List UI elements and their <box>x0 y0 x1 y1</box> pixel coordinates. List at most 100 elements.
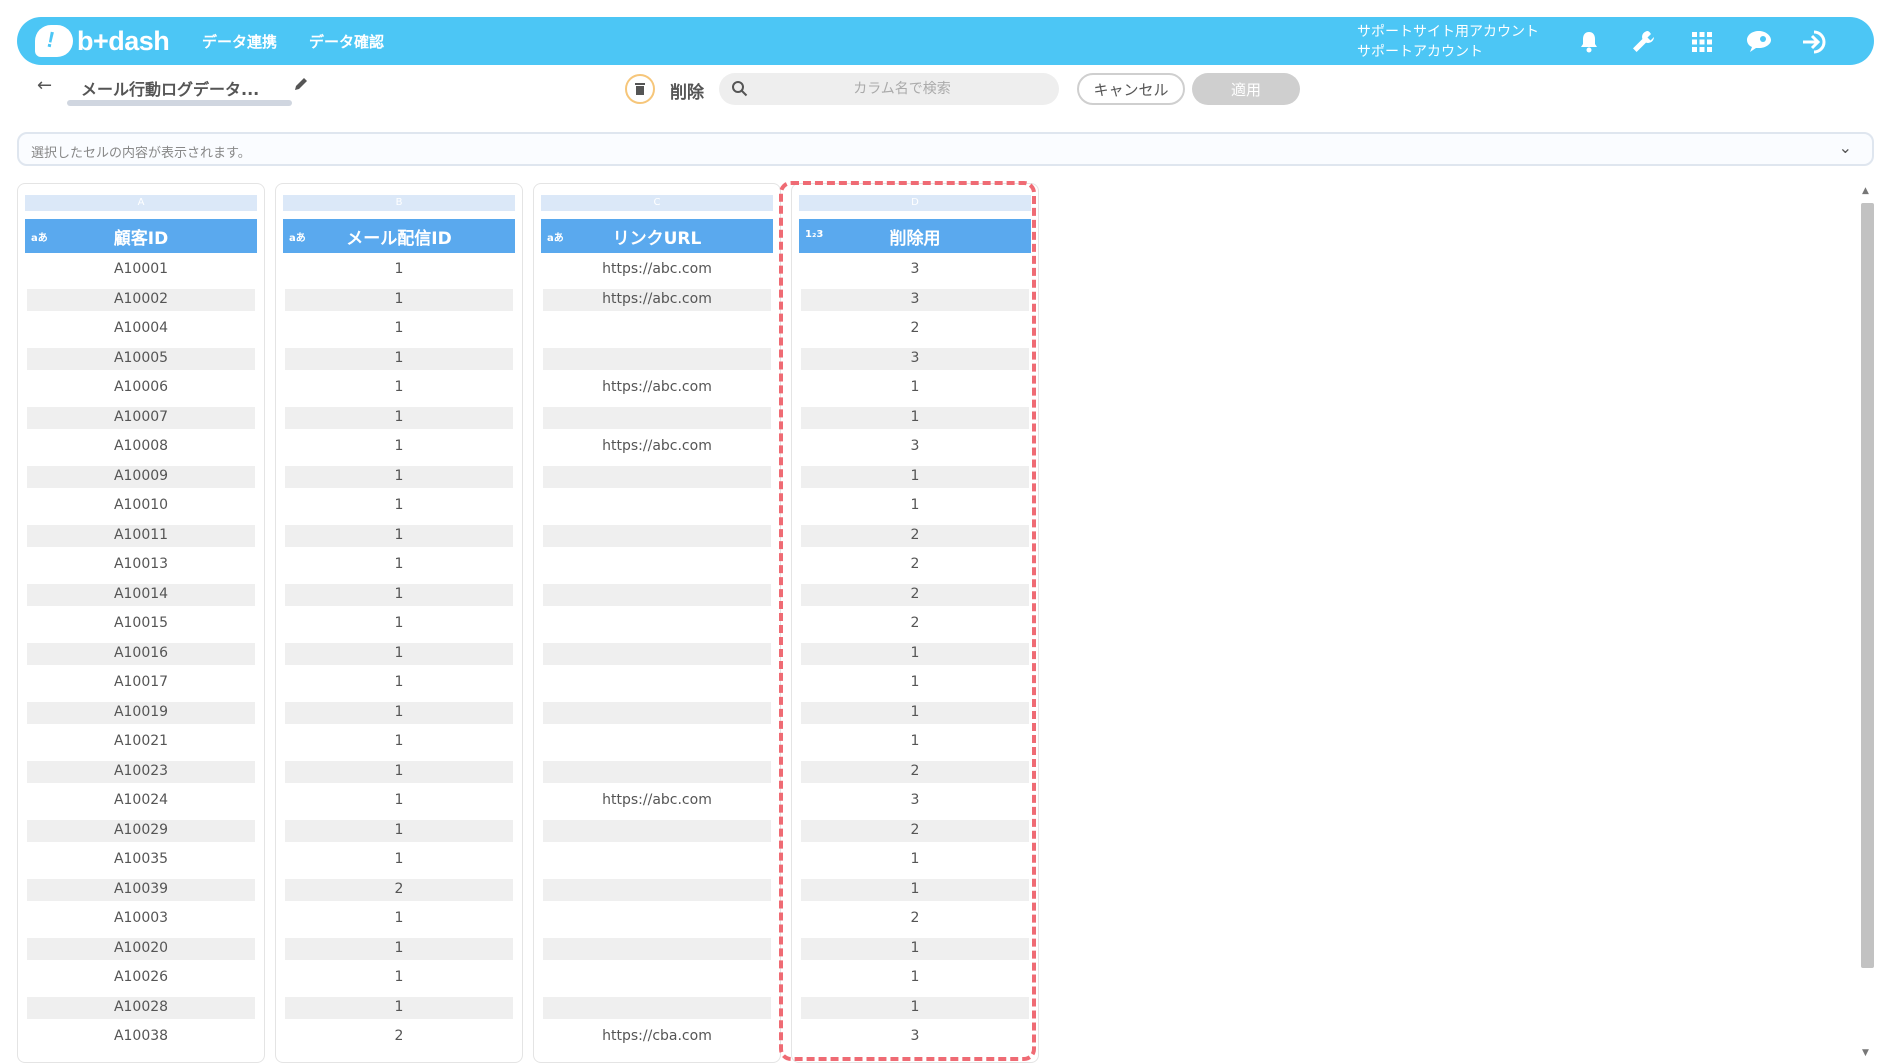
table-cell[interactable]: 1 <box>801 877 1029 907</box>
type-icon[interactable]: aあ <box>547 229 564 244</box>
column-search-input[interactable] <box>757 73 1047 105</box>
table-cell[interactable] <box>543 493 771 523</box>
scroll-down-arrow-icon[interactable]: ▼ <box>1862 1048 1869 1058</box>
table-cell[interactable]: A10017 <box>27 670 255 700</box>
nav-data-integration[interactable]: データ連携 <box>202 31 277 52</box>
table-cell[interactable] <box>543 700 771 730</box>
column-letter[interactable]: B <box>283 195 515 211</box>
table-cell[interactable]: 1 <box>285 965 513 995</box>
table-cell[interactable]: A10001 <box>27 257 255 287</box>
column-header[interactable]: aあ メール配信ID <box>283 219 515 253</box>
table-cell[interactable]: 1 <box>285 995 513 1025</box>
apps-grid-icon[interactable] <box>1687 27 1717 57</box>
table-cell[interactable]: 1 <box>285 434 513 464</box>
wrench-icon[interactable] <box>1629 27 1659 57</box>
table-cell[interactable]: 1 <box>801 641 1029 671</box>
table-cell[interactable]: 1 <box>285 788 513 818</box>
table-cell[interactable]: A10035 <box>27 847 255 877</box>
table-cell[interactable]: 1 <box>285 729 513 759</box>
table-cell[interactable]: 1 <box>285 375 513 405</box>
table-cell[interactable]: 3 <box>801 788 1029 818</box>
table-cell[interactable]: 1 <box>285 552 513 582</box>
table-cell[interactable] <box>543 818 771 848</box>
scroll-thumb[interactable] <box>1861 203 1874 968</box>
table-cell[interactable]: 1 <box>285 493 513 523</box>
column-letter[interactable]: D <box>799 195 1031 211</box>
table-cell[interactable]: 1 <box>801 936 1029 966</box>
apply-button[interactable]: 適用 <box>1192 73 1300 105</box>
column-a[interactable]: Aaあ 顧客ID A10001 A10002 A10004 A10005 A10006 A10… <box>17 183 265 1063</box>
page-title[interactable]: メール行動ログデータ... <box>81 76 259 100</box>
column-d[interactable]: D 1₂3 削除用 3 3 2 3 1 1 3 1 1 2 2 2 2 1 1 1 1 2 3 2 1 1 2 1 1 1 3 <box>791 183 1039 1063</box>
table-cell[interactable]: 1 <box>801 995 1029 1025</box>
table-cell[interactable]: 1 <box>285 316 513 346</box>
table-cell[interactable]: A10021 <box>27 729 255 759</box>
table-cell[interactable]: 1 <box>801 375 1029 405</box>
chat-bubble-icon[interactable] <box>1744 27 1774 57</box>
table-cell[interactable]: 3 <box>801 346 1029 376</box>
table-cell[interactable]: A10009 <box>27 464 255 494</box>
table-cell[interactable]: A10010 <box>27 493 255 523</box>
table-cell[interactable]: https://abc.com <box>543 434 771 464</box>
table-cell[interactable] <box>543 611 771 641</box>
table-cell[interactable]: 2 <box>801 523 1029 553</box>
back-arrow-icon[interactable]: ← <box>37 75 52 96</box>
table-cell[interactable]: 1 <box>285 759 513 789</box>
table-cell[interactable]: A10008 <box>27 434 255 464</box>
logout-icon[interactable] <box>1800 27 1830 57</box>
table-cell[interactable]: 3 <box>801 257 1029 287</box>
column-c[interactable]: Caあ リンクURL https://abc.com https://abc.com h… <box>533 183 781 1063</box>
table-cell[interactable]: 2 <box>801 552 1029 582</box>
bell-icon[interactable] <box>1574 27 1604 57</box>
table-cell[interactable]: 2 <box>801 316 1029 346</box>
table-cell[interactable]: A10013 <box>27 552 255 582</box>
column-header[interactable]: aあ リンクURL <box>541 219 773 253</box>
column-header[interactable]: 1₂3 削除用 <box>799 219 1031 253</box>
table-cell[interactable] <box>543 464 771 494</box>
table-cell[interactable]: 1 <box>801 700 1029 730</box>
type-icon[interactable]: aあ <box>31 229 48 244</box>
table-cell[interactable]: A10004 <box>27 316 255 346</box>
table-cell[interactable]: 3 <box>801 434 1029 464</box>
table-cell[interactable]: 1 <box>285 405 513 435</box>
table-cell[interactable] <box>543 965 771 995</box>
column-header[interactable]: aあ 顧客ID <box>25 219 257 253</box>
table-cell[interactable]: 1 <box>801 493 1029 523</box>
table-cell[interactable] <box>543 552 771 582</box>
table-cell[interactable] <box>543 936 771 966</box>
cell-content-display[interactable]: 選択したセルの内容が表示されます。 ⌄ <box>17 132 1874 166</box>
table-cell[interactable]: 2 <box>801 611 1029 641</box>
table-cell[interactable]: 1 <box>285 523 513 553</box>
table-cell[interactable]: A10007 <box>27 405 255 435</box>
table-cell[interactable]: 1 <box>801 670 1029 700</box>
table-cell[interactable] <box>543 759 771 789</box>
table-cell[interactable] <box>543 906 771 936</box>
table-cell[interactable]: A10024 <box>27 788 255 818</box>
column-b[interactable]: Baあ メール配信ID 1 1 1 1 1 1 1 1 1 1 1 1 1 1 1 1 1 1 1 1 1 2 1 1 1 1 2 <box>275 183 523 1063</box>
table-cell[interactable]: 1 <box>285 641 513 671</box>
table-cell[interactable]: 1 <box>285 700 513 730</box>
table-cell[interactable]: A10002 <box>27 287 255 317</box>
table-cell[interactable]: A10003 <box>27 906 255 936</box>
table-cell[interactable]: 1 <box>285 936 513 966</box>
table-cell[interactable]: 1 <box>801 405 1029 435</box>
table-cell[interactable]: A10029 <box>27 818 255 848</box>
table-cell[interactable]: 1 <box>285 257 513 287</box>
table-cell[interactable] <box>543 316 771 346</box>
table-cell[interactable]: 1 <box>285 847 513 877</box>
table-cell[interactable]: 1 <box>285 818 513 848</box>
table-cell[interactable]: A10038 <box>27 1024 255 1054</box>
table-cell[interactable]: 1 <box>285 287 513 317</box>
table-cell[interactable]: 1 <box>801 965 1029 995</box>
table-cell[interactable]: A10023 <box>27 759 255 789</box>
table-cell[interactable]: A10016 <box>27 641 255 671</box>
table-cell[interactable]: 2 <box>285 877 513 907</box>
table-cell[interactable]: https://abc.com <box>543 287 771 317</box>
table-cell[interactable]: 3 <box>801 287 1029 317</box>
table-cell[interactable]: 1 <box>801 847 1029 877</box>
trash-button[interactable] <box>625 74 655 104</box>
table-cell[interactable]: A10011 <box>27 523 255 553</box>
table-cell[interactable]: https://abc.com <box>543 788 771 818</box>
cancel-button[interactable]: キャンセル <box>1077 73 1185 105</box>
table-cell[interactable] <box>543 847 771 877</box>
